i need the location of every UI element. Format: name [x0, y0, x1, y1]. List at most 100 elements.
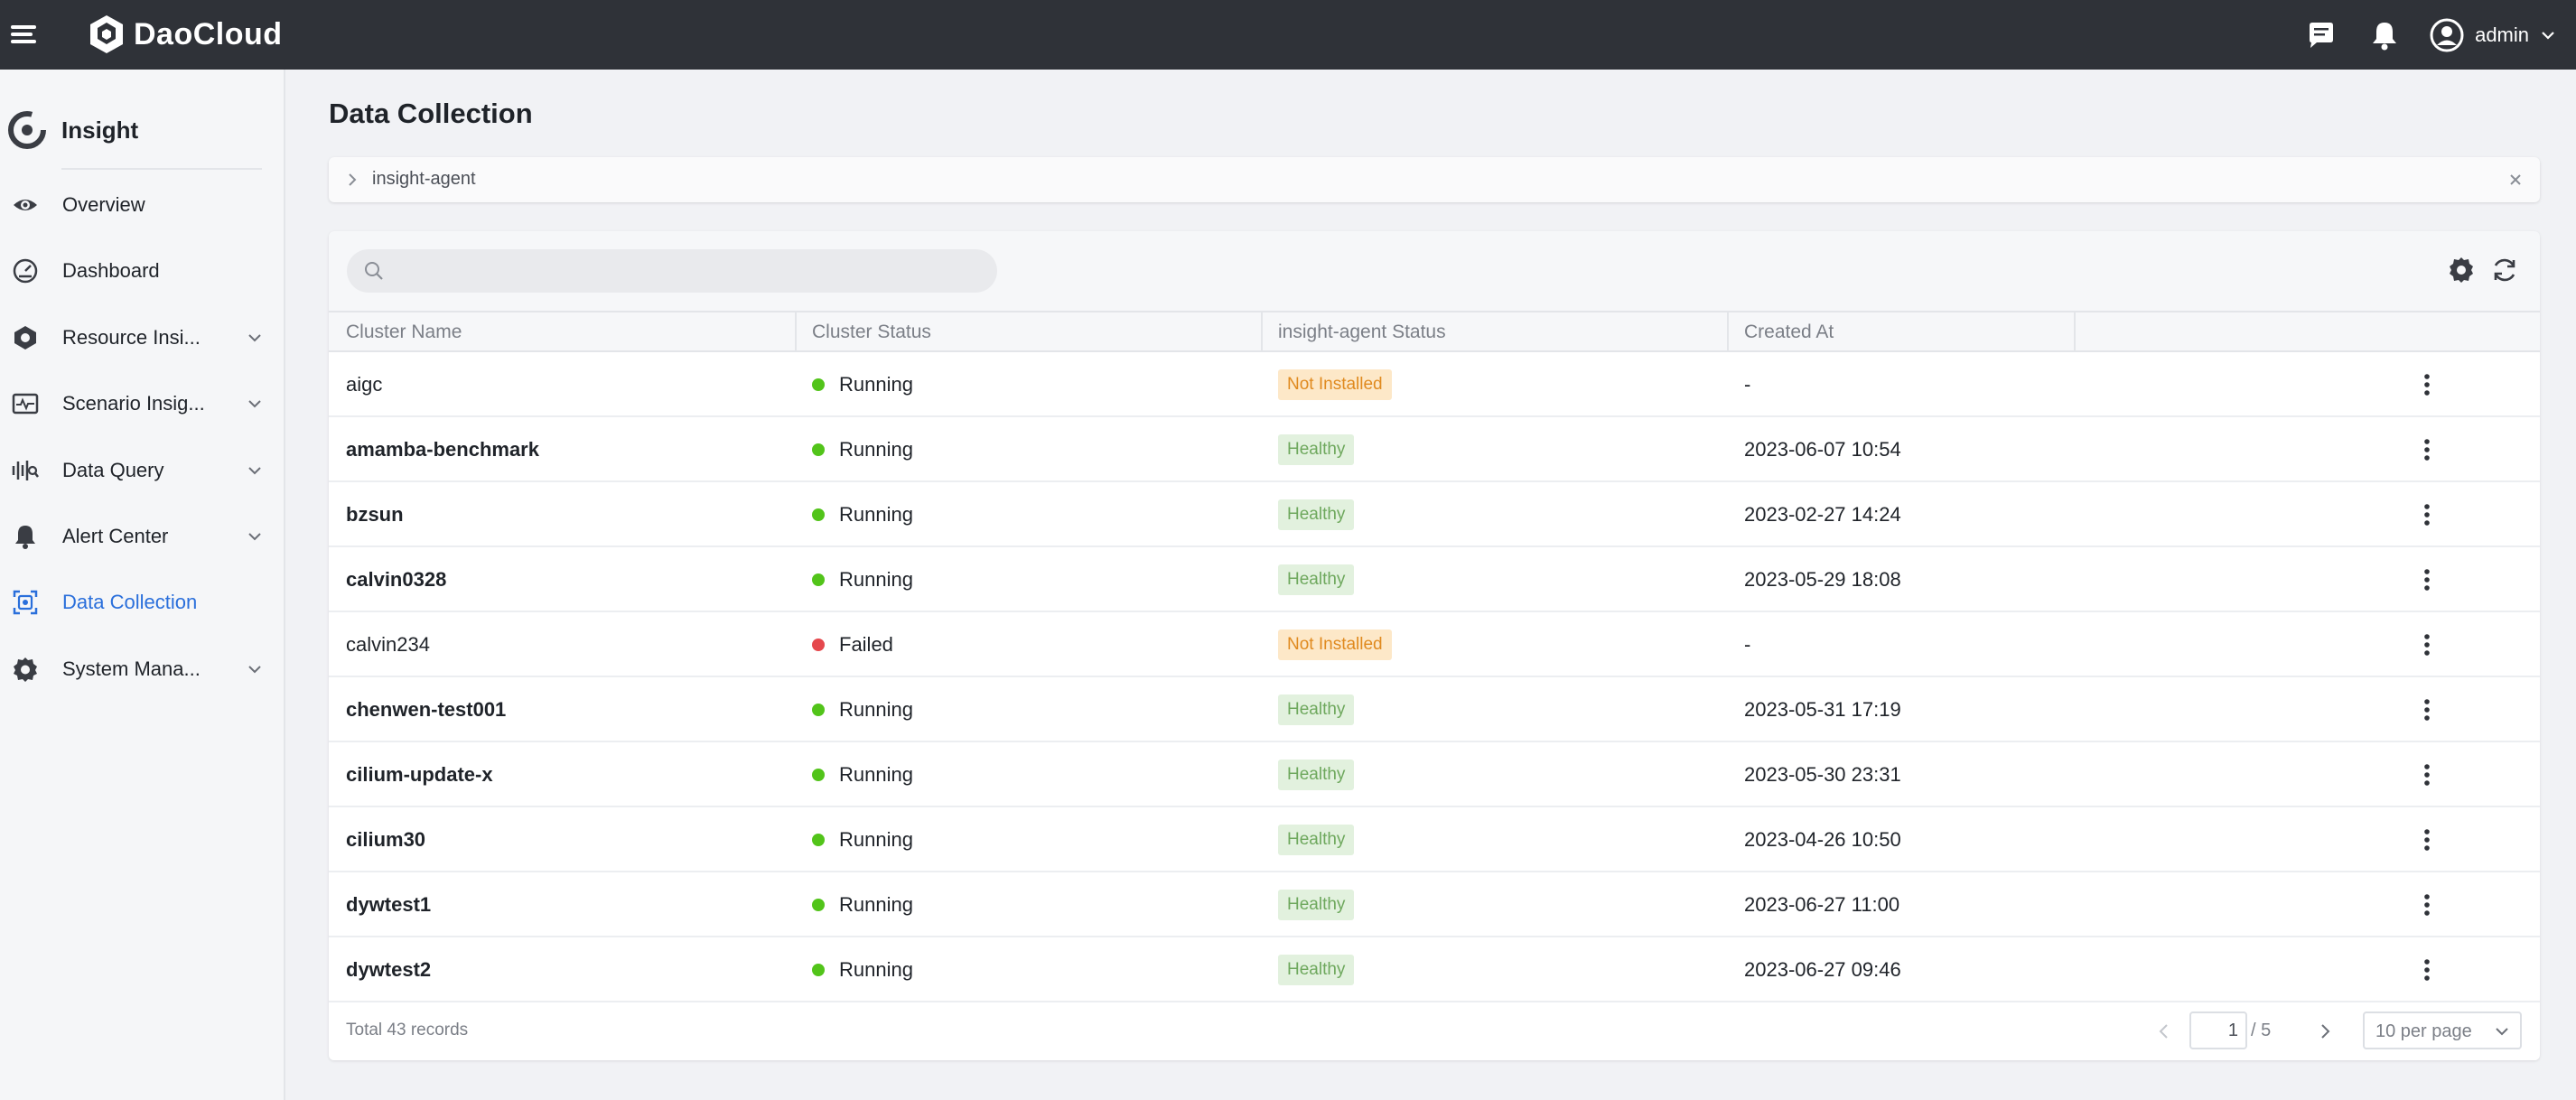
- agent-status-cell: Healthy: [1261, 677, 1727, 742]
- more-actions-icon[interactable]: [2411, 564, 2443, 596]
- created-at-cell: 2023-02-27 14:24: [1727, 482, 2074, 547]
- cluster-status: Failed: [839, 633, 893, 656]
- cluster-name[interactable]: bzsun: [346, 503, 404, 527]
- cluster-name-cell: dywtest1: [329, 872, 795, 937]
- chevron-down-icon: [248, 400, 261, 408]
- user-menu[interactable]: admin: [2430, 18, 2556, 52]
- close-icon[interactable]: [2506, 170, 2525, 190]
- more-actions-icon[interactable]: [2411, 759, 2443, 791]
- search-box[interactable]: [347, 249, 997, 293]
- cluster-name[interactable]: cilium-update-x: [346, 763, 493, 787]
- more-actions-icon[interactable]: [2411, 433, 2443, 466]
- sidebar-item-resource-insight[interactable]: Resource Insi...: [0, 310, 285, 366]
- column-header-agent-status[interactable]: insight-agent Status: [1261, 312, 1727, 352]
- table-row[interactable]: cilium-update-x Running Healthy 2023-05-30 …: [329, 742, 2540, 807]
- notification-bell-icon[interactable]: [2366, 17, 2403, 53]
- brand-logo[interactable]: DaoCloud: [87, 13, 283, 56]
- cluster-name[interactable]: calvin234: [346, 633, 430, 657]
- created-at-cell: 2023-06-27 11:00: [1727, 872, 2074, 937]
- created-at: 2023-06-27 09:46: [1744, 958, 1901, 981]
- created-at: 2023-05-31 17:19: [1744, 698, 1901, 721]
- chevron-right-icon[interactable]: [2314, 1021, 2336, 1042]
- table-row[interactable]: cilium30 Running Healthy 2023-04-26 10:50: [329, 807, 2540, 872]
- created-at: 2023-05-30 23:31: [1744, 763, 1901, 786]
- cluster-name[interactable]: amamba-benchmark: [346, 438, 539, 461]
- chevron-right-icon[interactable]: [343, 171, 361, 189]
- collection-frame-icon: [11, 588, 40, 617]
- agent-status-badge: Not Installed: [1278, 629, 1392, 660]
- insight-logo-icon: [8, 111, 46, 149]
- status-dot-icon: [812, 964, 825, 976]
- status-dot-icon: [812, 899, 825, 911]
- sidebar-item-system-management[interactable]: System Mana...: [0, 641, 285, 697]
- cluster-name[interactable]: cilium30: [346, 828, 425, 852]
- cluster-name[interactable]: dywtest1: [346, 893, 431, 917]
- per-page-select[interactable]: 10 per page: [2363, 1011, 2522, 1049]
- more-actions-icon[interactable]: [2411, 629, 2443, 661]
- more-actions-icon[interactable]: [2411, 694, 2443, 726]
- chevron-down-icon: [248, 467, 261, 475]
- cluster-name[interactable]: aigc: [346, 373, 382, 396]
- cluster-name-cell: cilium-update-x: [329, 742, 795, 807]
- created-at-cell: -: [1727, 612, 2074, 677]
- more-actions-icon[interactable]: [2411, 368, 2443, 401]
- column-header-cluster-name[interactable]: Cluster Name: [329, 312, 795, 352]
- agent-status-badge: Healthy: [1278, 955, 1355, 985]
- refresh-icon[interactable]: [2489, 255, 2520, 285]
- column-header-cluster-status[interactable]: Cluster Status: [795, 312, 1261, 352]
- table-row[interactable]: chenwen-test001 Running Healthy 2023-05-31 …: [329, 677, 2540, 742]
- message-icon[interactable]: [2303, 17, 2339, 53]
- agent-status-cell: Healthy: [1261, 872, 1727, 937]
- sidebar-item-scenario-insight[interactable]: Scenario Insig...: [0, 376, 285, 432]
- per-page-label: 10 per page: [2375, 1021, 2472, 1041]
- cluster-name-cell: amamba-benchmark: [329, 417, 795, 482]
- table-row[interactable]: calvin0328 Running Healthy 2023-05-29 18:08: [329, 547, 2540, 612]
- sidebar-item-overview[interactable]: Overview: [0, 177, 285, 233]
- more-actions-icon[interactable]: [2411, 889, 2443, 921]
- more-actions-icon[interactable]: [2411, 824, 2443, 856]
- menu-icon[interactable]: [9, 20, 38, 49]
- cluster-status-cell: Running: [795, 482, 1261, 547]
- cluster-status: Running: [839, 438, 913, 461]
- table-row[interactable]: aigc Running Not Installed -: [329, 352, 2540, 417]
- sidebar-item-dashboard[interactable]: Dashboard: [0, 243, 285, 299]
- table-row[interactable]: amamba-benchmark Running Healthy 2023-06-07…: [329, 417, 2540, 482]
- created-at: 2023-05-29 18:08: [1744, 568, 1901, 591]
- agent-status-cell: Healthy: [1261, 547, 1727, 612]
- cluster-name[interactable]: chenwen-test001: [346, 698, 506, 722]
- chevron-left-icon[interactable]: [2153, 1021, 2175, 1042]
- created-at: 2023-04-26 10:50: [1744, 828, 1901, 851]
- cluster-name-cell: chenwen-test001: [329, 677, 795, 742]
- created-at: 2023-06-27 11:00: [1744, 893, 1900, 916]
- settings-gear-icon[interactable]: [2446, 255, 2477, 285]
- sidebar-item-alert-center[interactable]: Alert Center: [0, 508, 285, 564]
- agent-status-badge: Healthy: [1278, 694, 1355, 725]
- cluster-status: Running: [839, 373, 913, 396]
- table-row[interactable]: dywtest2 Running Healthy 2023-06-27 09:46: [329, 937, 2540, 1002]
- sidebar-header[interactable]: Insight: [0, 97, 285, 163]
- chevron-down-icon: [248, 334, 261, 342]
- page-number-input[interactable]: [2189, 1011, 2247, 1049]
- cluster-status: Running: [839, 698, 913, 721]
- sidebar-item-data-collection[interactable]: Data Collection: [0, 574, 285, 630]
- bell-icon: [11, 522, 40, 551]
- table-row[interactable]: bzsun Running Healthy 2023-02-27 14:24: [329, 482, 2540, 547]
- cluster-status-cell: Running: [795, 417, 1261, 482]
- gauge-icon: [11, 256, 40, 285]
- search-input[interactable]: [394, 249, 981, 293]
- more-actions-icon[interactable]: [2411, 499, 2443, 531]
- cluster-status-cell: Running: [795, 352, 1261, 417]
- created-at-cell: 2023-06-07 10:54: [1727, 417, 2074, 482]
- table-row[interactable]: calvin234 Failed Not Installed -: [329, 612, 2540, 677]
- sidebar-item-label: Data Collection: [62, 591, 198, 613]
- sidebar-item-data-query[interactable]: Data Query: [0, 443, 285, 499]
- agent-status-badge: Not Installed: [1278, 369, 1392, 400]
- cluster-name[interactable]: dywtest2: [346, 958, 431, 982]
- table-row[interactable]: dywtest1 Running Healthy 2023-06-27 11:00: [329, 872, 2540, 937]
- created-at-cell: 2023-05-29 18:08: [1727, 547, 2074, 612]
- pulse-monitor-icon: [11, 389, 40, 418]
- cluster-name[interactable]: calvin0328: [346, 568, 446, 592]
- column-header-actions: [2074, 312, 2540, 352]
- column-header-created-at[interactable]: Created At: [1727, 312, 2074, 352]
- more-actions-icon[interactable]: [2411, 954, 2443, 986]
